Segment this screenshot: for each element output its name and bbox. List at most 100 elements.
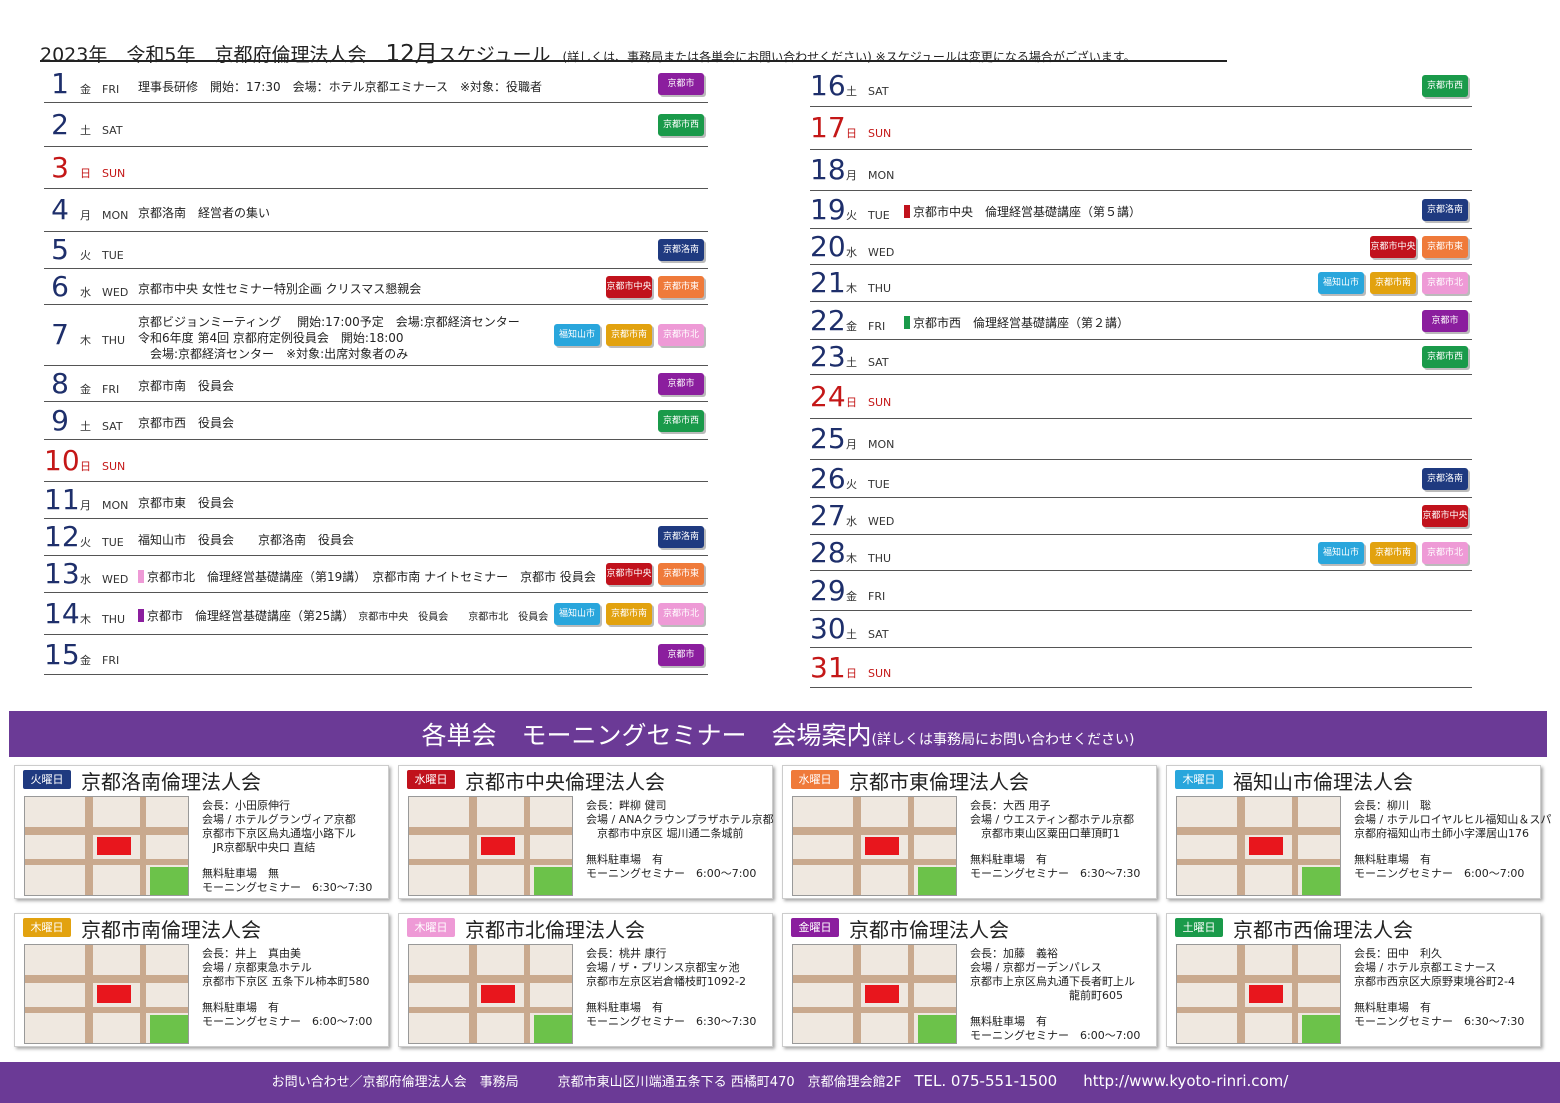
- chapter-badge[interactable]: 京都市東: [658, 563, 704, 585]
- park-area: [1302, 1015, 1340, 1043]
- weekday-label: 日 SUN: [80, 166, 126, 180]
- parking-info: 無料駐車場 有: [586, 853, 663, 866]
- info-line: 会長：加藤 義裕: [970, 947, 1058, 960]
- map-road: [409, 975, 572, 983]
- seminar-time: モーニングセミナー 6:30～7:30: [586, 1015, 757, 1028]
- chapter-badge[interactable]: 京都市南: [606, 602, 652, 625]
- chapter-badge[interactable]: 京都市: [658, 643, 704, 666]
- chapter-name: 京都市西倫理法人会: [1233, 918, 1413, 942]
- schedule-right-column: 16 土 SAT 京都市西 17 日 SUN 18 月 MON 19 火 TUE 京都市中央 倫理…: [810, 66, 1472, 688]
- map-road: [409, 827, 572, 835]
- venue-marker: [865, 985, 899, 1003]
- chapter-badge[interactable]: 京都市中央: [606, 563, 652, 585]
- day-number: 25: [810, 422, 846, 455]
- badge-group: 京都市西: [658, 409, 704, 432]
- chapter-badge[interactable]: 福知山市: [1318, 541, 1364, 564]
- map-road: [524, 797, 530, 895]
- chapter-badge[interactable]: 京都市北: [658, 602, 704, 625]
- chapter-badge[interactable]: 福知山市: [1318, 272, 1364, 294]
- venue-map: [792, 796, 957, 896]
- badge-group: 京都市: [658, 372, 704, 395]
- chapter-badge[interactable]: 京都市南: [1370, 541, 1416, 564]
- event-line-text: 会場:京都経済センター ※対象:出席対象者のみ: [138, 347, 409, 362]
- map-road: [793, 1007, 956, 1013]
- chapter-badge[interactable]: 京都市北: [1422, 541, 1468, 564]
- venue-marker: [481, 985, 515, 1003]
- seminar-time: モーニングセミナー 6:00～7:00: [1354, 867, 1525, 880]
- chapter-badge[interactable]: 京都市北: [1422, 272, 1468, 294]
- footer-url[interactable]: http://www.kyoto-rinri.com/: [1083, 1072, 1288, 1090]
- chapter-badge[interactable]: 京都市東: [1422, 235, 1468, 258]
- map-road: [140, 797, 146, 895]
- info-line: 龍前町605: [970, 989, 1123, 1002]
- badge-group: 福知山市 京都市南 京都市北: [1318, 272, 1468, 294]
- chapter-badge[interactable]: 京都市: [1422, 309, 1468, 332]
- day-number: 18: [810, 153, 846, 186]
- chapter-badge[interactable]: 京都市南: [606, 324, 652, 346]
- event-line-text: 理事長研修 開始：17:30 会場：ホテル京都エミナース ※対象：役職者: [138, 79, 543, 94]
- chapter-badge[interactable]: 京都洛南: [658, 526, 704, 548]
- event-text: 福知山市 役員会 京都洛南 役員会: [138, 532, 708, 548]
- day-number: 19: [810, 192, 846, 226]
- chapter-badge[interactable]: 京都市中央: [1370, 235, 1416, 258]
- chapter-badge[interactable]: 京都洛南: [1422, 467, 1468, 490]
- chapter-badge[interactable]: 京都市中央: [1422, 505, 1468, 527]
- chapter-badge[interactable]: 京都市: [658, 372, 704, 395]
- day-row-8: 8 金 FRI 京都市南 役員会 京都市: [44, 366, 708, 402]
- day-row-17: 17 日 SUN: [810, 107, 1472, 150]
- map-road: [85, 797, 93, 895]
- venue-info: 会長：桃井 康行 会場 / ザ・プリンス京都宝ヶ池 京都市左京区岩倉幡枝町1092-…: [586, 947, 756, 1029]
- chapter-badge[interactable]: 京都市東: [658, 275, 704, 298]
- chapter-badge[interactable]: 京都市南: [1370, 272, 1416, 294]
- info-line: 京都市左京区岩倉幡枝町1092-2: [586, 975, 746, 988]
- weekday-label: 金 FRI: [80, 382, 120, 396]
- seminar-card: 木曜日 京都市北倫理法人会 会長：桃井 康行 会場 / ザ・プリンス京都宝ヶ池 京都市左…: [398, 913, 773, 1047]
- chapter-badge[interactable]: 京都市中央: [606, 275, 652, 298]
- day-number: 12: [44, 520, 80, 553]
- day-row-6: 6 水 WED 京都市中央 女性セミナー特別企画 クリスマス懇親会 京都市中央 京都市東: [44, 269, 708, 305]
- weekday-label: 土 SAT: [846, 356, 889, 369]
- map-road: [409, 859, 572, 865]
- day-row-20: 20 水 WED 京都市中央 京都市東: [810, 229, 1472, 265]
- info-line: 会場 / ANAクラウンプラザホテル京都: [586, 813, 774, 826]
- chapter-badge[interactable]: 京都市西: [1422, 346, 1468, 368]
- chapter-name: 京都市倫理法人会: [849, 918, 1009, 942]
- badge-group: 京都市西: [1422, 346, 1468, 368]
- footer: お問い合わせ／京都府倫理法人会 事務局 京都市東山区川端通五条下る 西橘町470…: [0, 1062, 1560, 1103]
- chapter-badge[interactable]: 京都市西: [1422, 75, 1468, 97]
- schedule-left-column: 1 金 FRI 理事長研修 開始：17:30 会場：ホテル京都エミナース ※対象：役…: [44, 66, 708, 675]
- weekday-label: 土 SAT: [846, 628, 889, 641]
- chapter-badge[interactable]: 京都市西: [658, 113, 704, 136]
- badge-group: 京都市: [1422, 309, 1468, 332]
- event-line: 会場:京都経済センター ※対象:出席対象者のみ: [138, 346, 708, 362]
- event-line-text: 京都市南 役員会: [138, 379, 235, 394]
- day-number: 21: [810, 266, 846, 299]
- day-row-3: 3 日 SUN: [44, 147, 708, 189]
- weekday-label: 月 MON: [80, 499, 129, 512]
- category-marker: [138, 569, 144, 583]
- seminar-time: モーニングセミナー 6:00～7:00: [970, 1029, 1141, 1042]
- event-line: 京都市中央 倫理経営基礎講座（第５講）: [904, 204, 1472, 220]
- chapter-badge[interactable]: 京都洛南: [658, 239, 704, 261]
- chapter-badge[interactable]: 福知山市: [554, 324, 600, 346]
- map-road: [1177, 975, 1340, 983]
- venue-marker: [481, 837, 515, 855]
- parking-info: 無料駐車場 有: [970, 1015, 1047, 1028]
- map-road: [1177, 859, 1340, 865]
- map-road: [793, 827, 956, 835]
- map-road: [409, 1007, 572, 1013]
- header-note: (詳しくは、事務局または各単会にお問い合わせください) ※スケジュールは変更にな…: [562, 50, 1136, 64]
- day-row-19: 19 火 TUE 京都市中央 倫理経営基礎講座（第５講） 京都洛南: [810, 191, 1472, 229]
- chapter-badge[interactable]: 福知山市: [554, 602, 600, 625]
- header-org: 京都府倫理法人会: [214, 44, 367, 66]
- chapter-badge[interactable]: 京都市西: [658, 409, 704, 432]
- footer-tel[interactable]: TEL. 075-551-1500: [914, 1072, 1057, 1090]
- weekday-label: 火 TUE: [846, 477, 890, 491]
- chapter-badge[interactable]: 京都洛南: [1422, 198, 1468, 221]
- chapter-badge[interactable]: 京都市北: [658, 324, 704, 346]
- weekday-label: 木 THU: [846, 282, 892, 295]
- weekday-label: 日 SUN: [846, 127, 892, 140]
- day-row-18: 18 月 MON: [810, 150, 1472, 191]
- seminar-banner: 各単会 モーニングセミナー 会場案内(詳しくは事務局にお問い合わせください): [9, 711, 1547, 757]
- chapter-badge[interactable]: 京都市: [658, 73, 704, 95]
